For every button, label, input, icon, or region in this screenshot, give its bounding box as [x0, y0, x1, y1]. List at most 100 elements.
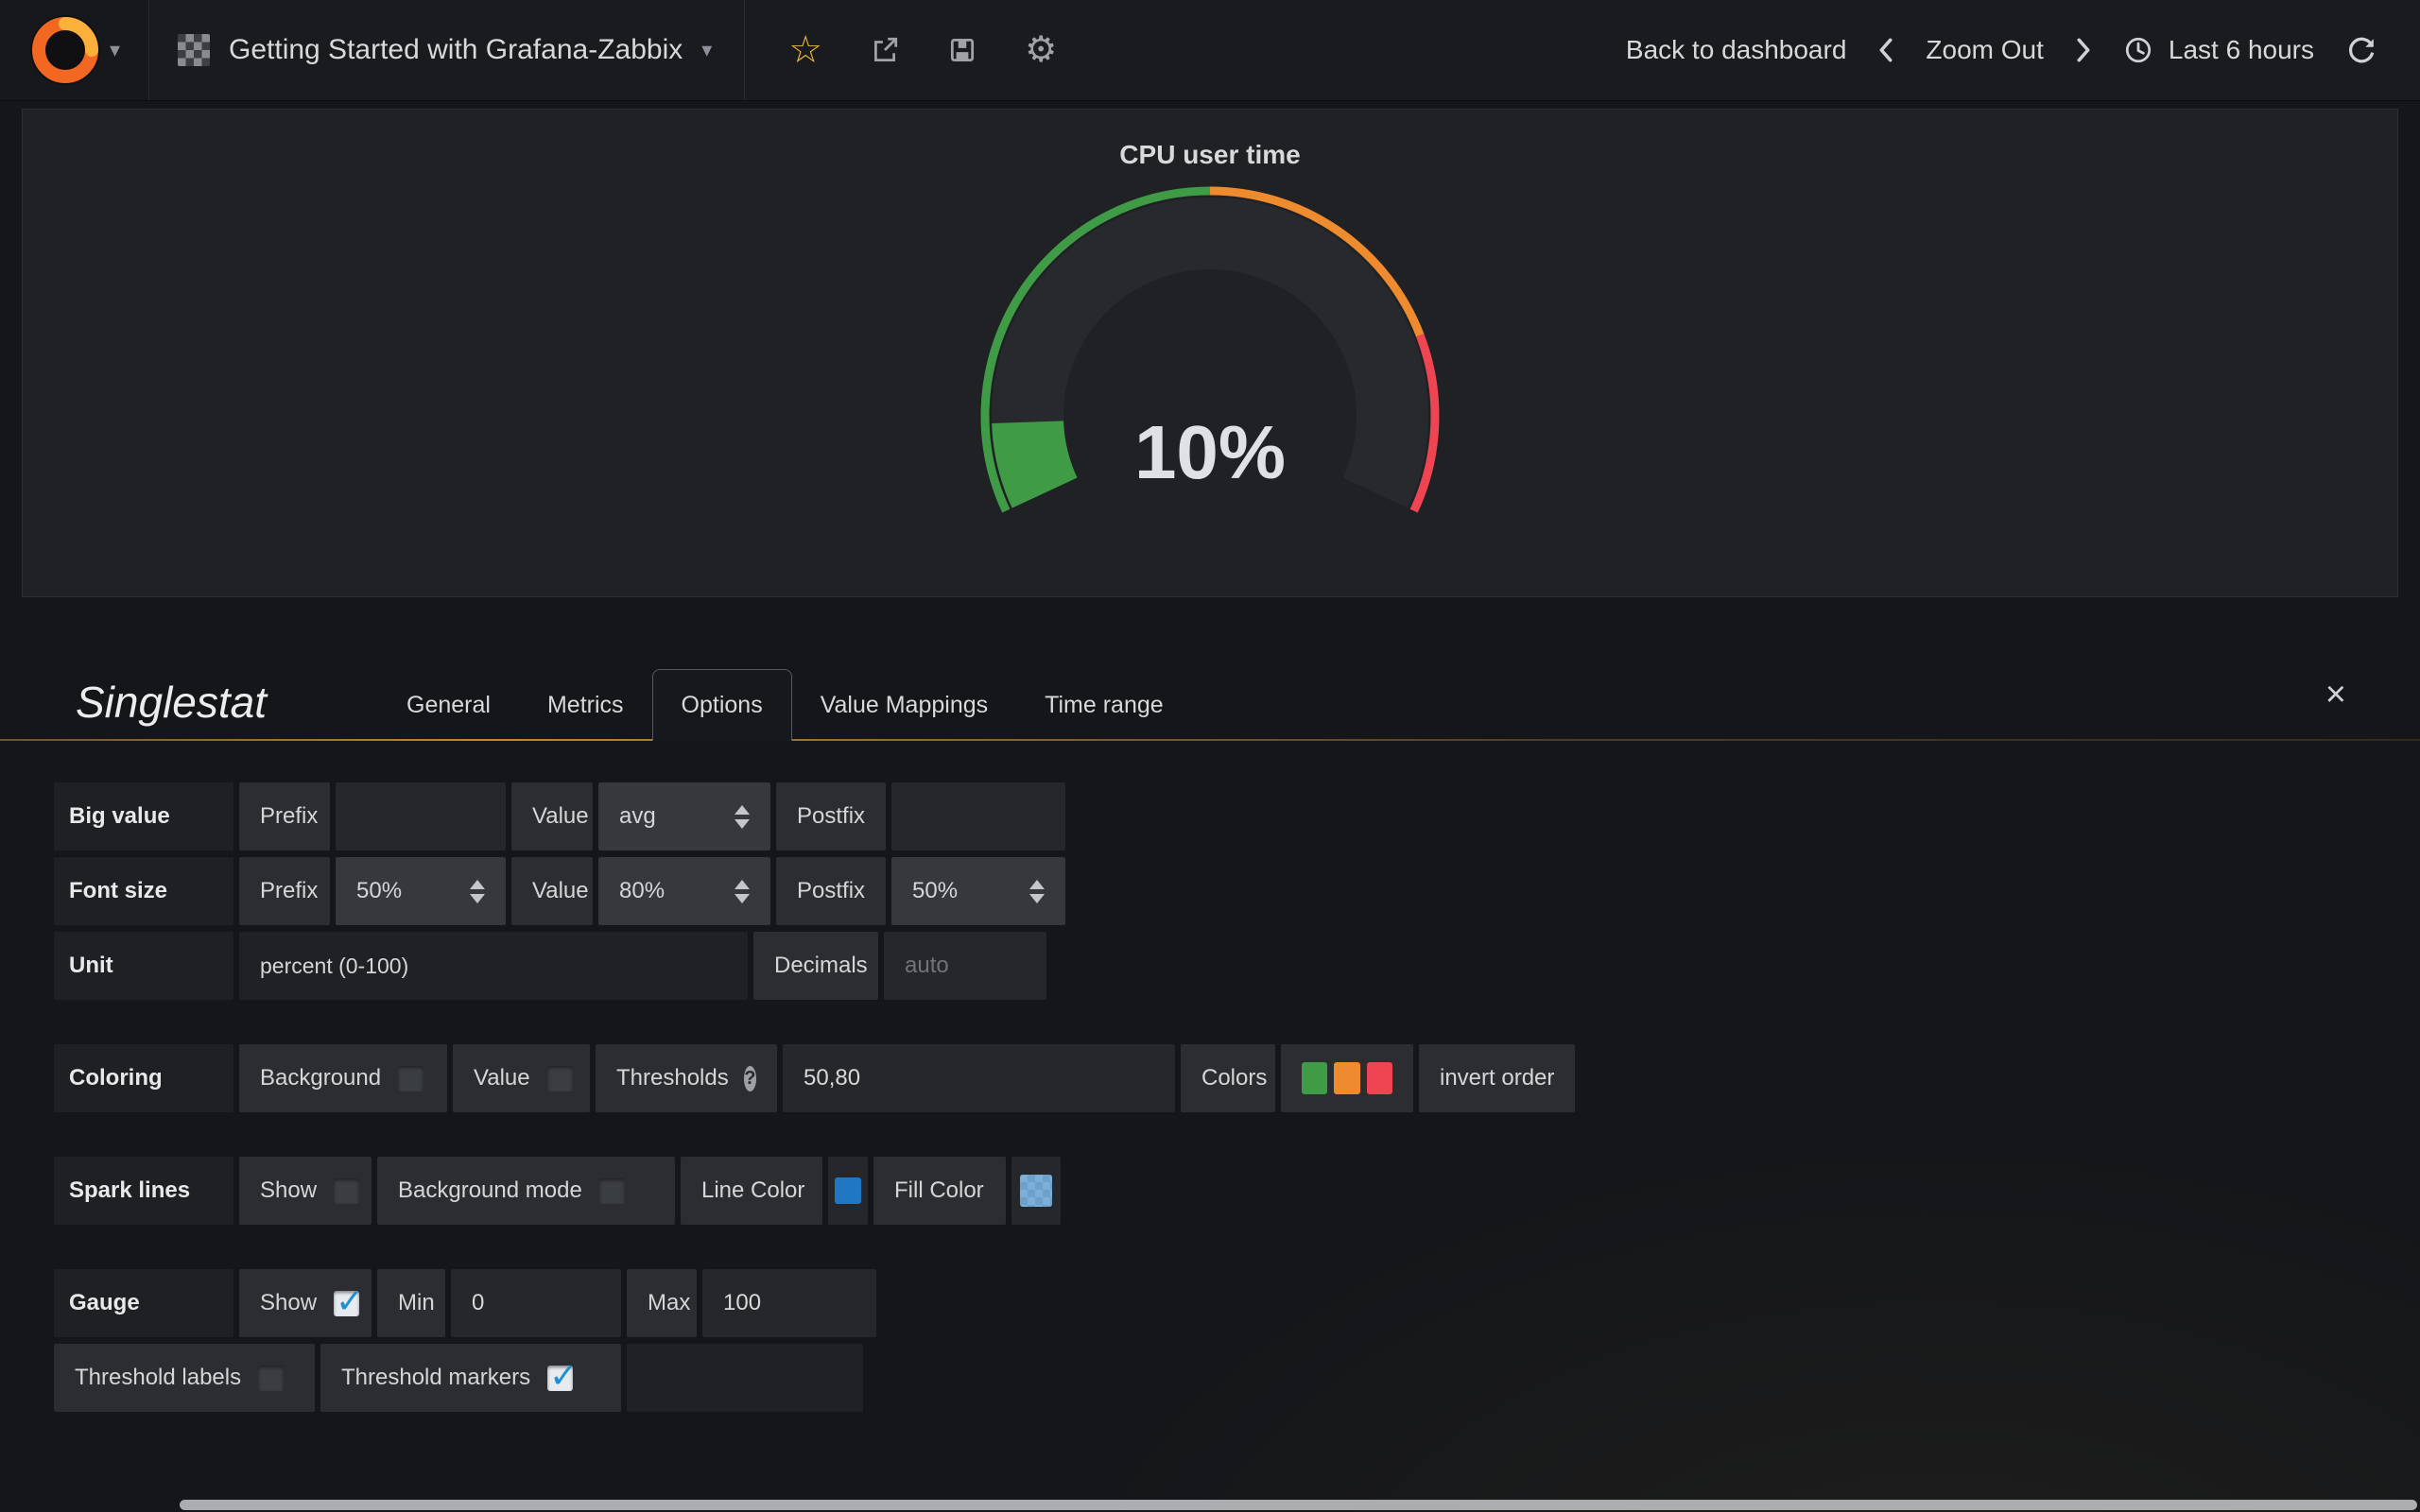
dashboard-title: Getting Started with Grafana-Zabbix	[229, 34, 683, 66]
font-size-value-label: Value	[511, 857, 593, 925]
help-icon[interactable]: ?	[744, 1066, 756, 1091]
horizontal-scrollbar-thumb[interactable]	[180, 1500, 2417, 1510]
thresholds-label-cell: Thresholds ?	[596, 1044, 777, 1112]
color-swatch-green[interactable]	[1302, 1062, 1327, 1094]
select-arrows-icon	[1029, 880, 1045, 903]
big-value-value-selected: avg	[619, 803, 656, 830]
line-color-swatch[interactable]	[835, 1177, 861, 1204]
unit-picker[interactable]: percent (0-100)	[239, 932, 748, 1000]
editor-tabs: General Metrics Options Value Mappings T…	[378, 669, 1192, 739]
fill-color-overlay	[1020, 1175, 1052, 1207]
decimals-input[interactable]	[884, 932, 1046, 1000]
tab-general[interactable]: General	[378, 671, 519, 739]
empty-filler-cell	[627, 1344, 863, 1412]
gauge-chart: 10%	[926, 180, 1494, 562]
share-button[interactable]	[870, 35, 900, 65]
time-shift-back-button[interactable]	[1878, 38, 1893, 62]
tab-options[interactable]: Options	[652, 669, 792, 741]
panel-editor: Singlestat General Metrics Options Value…	[0, 597, 2420, 1512]
font-size-label: Font size	[54, 857, 233, 925]
fill-color-swatch[interactable]	[1020, 1175, 1052, 1207]
line-color-label: Line Color	[681, 1157, 822, 1225]
tab-value-mappings[interactable]: Value Mappings	[792, 671, 1016, 739]
threshold-markers-label: Threshold markers	[341, 1365, 530, 1391]
coloring-value-checkbox[interactable]	[547, 1066, 573, 1091]
coloring-background-checkbox[interactable]	[398, 1066, 424, 1091]
gauge-min-label: Min	[377, 1269, 445, 1337]
top-navbar: ▾ Getting Started with Grafana-Zabbix ▾ …	[0, 0, 2420, 101]
font-size-postfix-select[interactable]: 50%	[891, 857, 1065, 925]
gauge-show-checkbox[interactable]: ✓	[334, 1291, 359, 1316]
color-swatch-red[interactable]	[1367, 1062, 1392, 1094]
dashboard-grid-icon	[178, 34, 210, 66]
coloring-value-toggle[interactable]: Value	[453, 1044, 590, 1112]
font-size-row: Font size Prefix 50% Value 80% Postfix 5…	[54, 857, 2420, 925]
dashboard-picker-button[interactable]: Getting Started with Grafana-Zabbix ▾	[149, 0, 745, 100]
big-value-prefix-input[interactable]	[336, 782, 506, 850]
zoom-out-button[interactable]: Zoom Out	[1926, 35, 2043, 65]
font-size-value-selected: 80%	[619, 878, 665, 904]
settings-button[interactable]: ⚙	[1025, 32, 1057, 68]
coloring-label: Coloring	[54, 1044, 233, 1112]
options-form: Big value Prefix Value avg Postfix Font …	[0, 741, 2420, 1412]
refresh-button[interactable]	[2346, 35, 2377, 65]
check-icon: ✓	[549, 1356, 578, 1396]
decimals-label: Decimals	[753, 932, 878, 1000]
font-size-prefix-select[interactable]: 50%	[336, 857, 506, 925]
spark-lines-row: Spark lines Show Background mode Line Co…	[54, 1157, 2420, 1225]
back-to-dashboard-button[interactable]: Back to dashboard	[1626, 35, 1847, 65]
gauge-label: Gauge	[54, 1269, 233, 1337]
unit-row: Unit percent (0-100) Decimals	[54, 932, 2420, 1000]
select-arrows-icon	[735, 880, 750, 903]
time-range-button[interactable]: Last 6 hours	[2123, 35, 2314, 65]
invert-order-button[interactable]: invert order	[1419, 1044, 1575, 1112]
gauge-max-input[interactable]	[702, 1269, 876, 1337]
coloring-row: Coloring Background Value Thresholds ?	[54, 1044, 2420, 1112]
chevron-left-icon	[1878, 38, 1893, 62]
big-value-postfix-label: Postfix	[776, 782, 886, 850]
spark-show-checkbox[interactable]	[334, 1178, 359, 1204]
save-button[interactable]	[947, 35, 977, 65]
tab-time-range[interactable]: Time range	[1016, 671, 1192, 739]
save-icon	[947, 35, 977, 65]
gauge-thresholds-row: Threshold labels Threshold markers ✓	[54, 1344, 2420, 1412]
font-size-value-select[interactable]: 80%	[598, 857, 770, 925]
threshold-labels-checkbox[interactable]	[258, 1366, 284, 1391]
select-arrows-icon	[735, 805, 750, 829]
chevron-down-icon: ▾	[701, 40, 712, 60]
navbar-actions: ☆ ⚙	[745, 31, 1100, 69]
grafana-screen: ▾ Getting Started with Grafana-Zabbix ▾ …	[0, 0, 2420, 1512]
spark-background-mode-label: Background mode	[398, 1177, 582, 1204]
threshold-markers-checkbox[interactable]: ✓	[547, 1366, 573, 1391]
close-icon[interactable]: ×	[2325, 677, 2346, 713]
color-swatch-orange[interactable]	[1334, 1062, 1359, 1094]
big-value-postfix-input[interactable]	[891, 782, 1065, 850]
thresholds-input[interactable]	[783, 1044, 1175, 1112]
color-swatches-cell	[1281, 1044, 1413, 1112]
coloring-background-toggle[interactable]: Background	[239, 1044, 447, 1112]
grafana-menu-button[interactable]: ▾	[0, 0, 149, 100]
threshold-markers-toggle[interactable]: Threshold markers ✓	[320, 1344, 621, 1412]
line-color-swatch-cell	[828, 1157, 868, 1225]
gauge-show-toggle[interactable]: Show ✓	[239, 1269, 372, 1337]
threshold-labels-label: Threshold labels	[75, 1365, 241, 1391]
big-value-row: Big value Prefix Value avg Postfix	[54, 782, 2420, 850]
gauge-min-input[interactable]	[451, 1269, 621, 1337]
colors-label: Colors	[1181, 1044, 1275, 1112]
singlestat-panel: CPU user time 10%	[22, 109, 2398, 597]
tab-metrics[interactable]: Metrics	[519, 671, 652, 739]
time-shift-forward-button[interactable]	[2076, 38, 2091, 62]
big-value-value-select[interactable]: avg	[598, 782, 770, 850]
spark-background-mode-checkbox[interactable]	[599, 1178, 625, 1204]
spark-show-label: Show	[260, 1177, 317, 1204]
unit-label: Unit	[54, 932, 233, 1000]
spark-show-toggle[interactable]: Show	[239, 1157, 372, 1225]
spark-background-mode-toggle[interactable]: Background mode	[377, 1157, 675, 1225]
threshold-labels-toggle[interactable]: Threshold labels	[54, 1344, 315, 1412]
star-button[interactable]: ☆	[788, 31, 822, 69]
panel-title[interactable]: CPU user time	[1119, 140, 1300, 170]
coloring-background-label: Background	[260, 1065, 381, 1091]
gauge-value-label: 10%	[1134, 410, 1286, 494]
select-arrows-icon	[470, 880, 485, 903]
check-icon: ✓	[336, 1281, 364, 1321]
